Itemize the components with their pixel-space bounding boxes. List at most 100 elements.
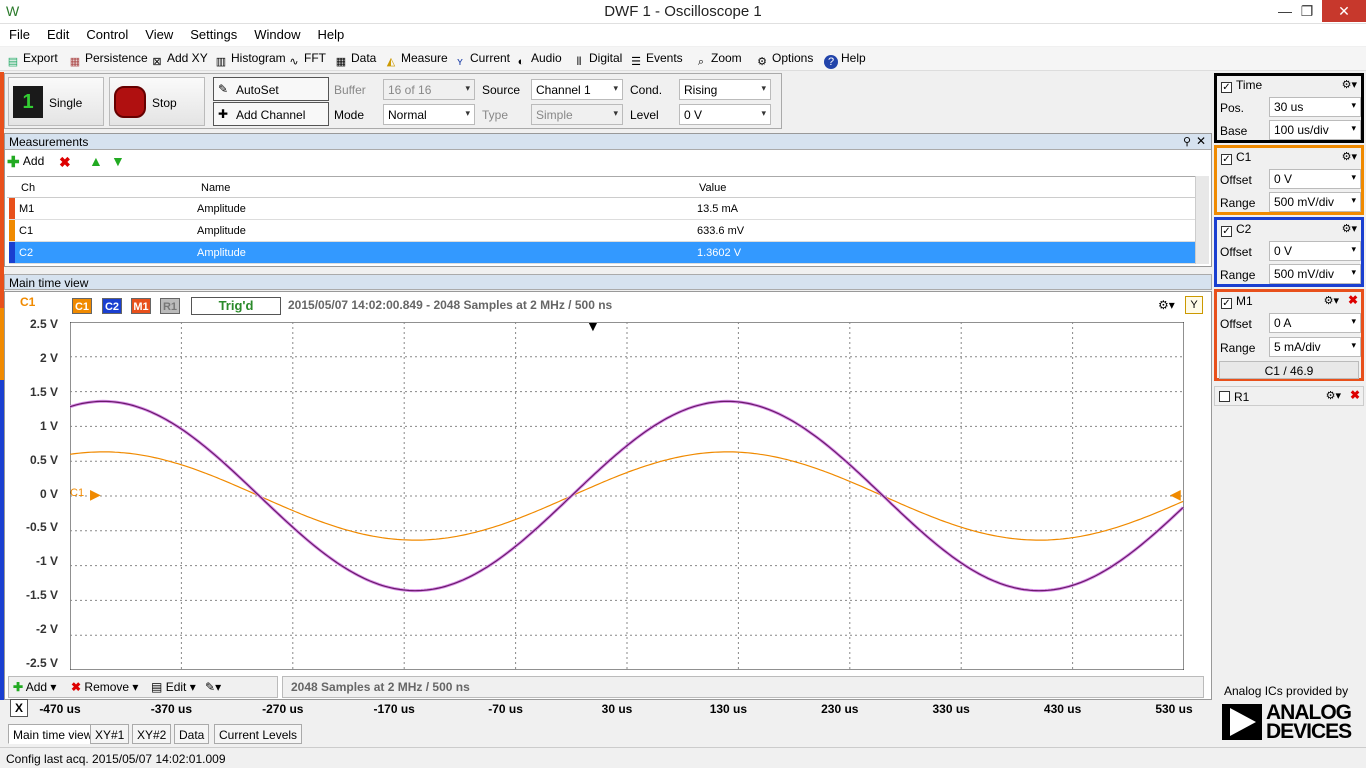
- help-icon: ?: [824, 55, 838, 69]
- r1-toggle[interactable]: R1: [1219, 390, 1249, 404]
- remove-button[interactable]: ✖ Remove ▾: [71, 680, 138, 694]
- menu-file[interactable]: File: [0, 24, 38, 42]
- plot-svg[interactable]: [70, 322, 1184, 670]
- col-name[interactable]: Name: [201, 182, 230, 194]
- persistence-button[interactable]: ▦ Persistence: [68, 51, 148, 69]
- source-select[interactable]: Channel 1: [531, 79, 623, 100]
- digital-button[interactable]: ⫴ Digital: [572, 51, 623, 69]
- zoom-button[interactable]: ⌕ Zoom: [694, 51, 742, 69]
- histogram-button[interactable]: ▥ Histogram: [214, 51, 286, 69]
- c1-range-select[interactable]: 500 mV/div: [1269, 192, 1361, 212]
- add-measurement-button[interactable]: ✚ Add: [7, 153, 67, 173]
- move-down-icon[interactable]: ▼: [111, 153, 125, 169]
- edit-button[interactable]: ▤ Edit ▾: [151, 680, 196, 694]
- m1-formula-button[interactable]: C1 / 46.9: [1219, 361, 1359, 379]
- move-up-icon[interactable]: ▲: [89, 153, 103, 169]
- audio-button[interactable]: ◐ Audio: [514, 51, 562, 69]
- pin-icon[interactable]: ⚲: [1183, 135, 1191, 148]
- export-button[interactable]: ▤ Export: [6, 51, 58, 69]
- table-row[interactable]: C1 Amplitude 633.6 mV: [9, 220, 1199, 242]
- m1-toggle[interactable]: ✓ M1: [1221, 294, 1253, 309]
- x-tick-label: -170 us: [373, 702, 415, 716]
- menu-control[interactable]: Control: [77, 24, 136, 42]
- tab-current-levels[interactable]: Current Levels: [214, 724, 303, 744]
- add-button[interactable]: ✚ Add ▾: [13, 680, 56, 694]
- add-channel-label: Add Channel: [236, 108, 306, 122]
- data-button[interactable]: ▦ Data: [334, 51, 377, 69]
- trigger-level-marker[interactable]: ◀: [1170, 486, 1181, 503]
- m1-range-select[interactable]: 5 mA/div: [1269, 337, 1361, 357]
- trigger-position-marker[interactable]: ▼: [586, 318, 600, 334]
- col-value[interactable]: Value: [699, 182, 726, 194]
- current-button[interactable]: ʏ Current: [453, 51, 510, 69]
- stop-button[interactable]: Stop: [109, 77, 205, 126]
- r1-remove-icon[interactable]: ✖: [1350, 388, 1360, 402]
- tab-main-time-view[interactable]: Main time view: [8, 724, 98, 744]
- c2-options-icon[interactable]: ⚙▾: [1342, 222, 1357, 235]
- c2-range-select[interactable]: 500 mV/div: [1269, 264, 1361, 284]
- menu-settings[interactable]: Settings: [181, 24, 245, 42]
- c1-toggle[interactable]: ✓ C1: [1221, 150, 1251, 165]
- time-options-icon[interactable]: ⚙▾: [1342, 78, 1357, 91]
- c1-offset-field[interactable]: 0 V: [1269, 169, 1361, 189]
- measure-button[interactable]: ◭ Measure: [384, 51, 448, 69]
- menu-edit[interactable]: Edit: [38, 24, 77, 42]
- fft-icon: ∿: [289, 56, 299, 68]
- type-select[interactable]: Simple: [531, 104, 623, 125]
- c1-offset-marker[interactable]: ▶: [90, 486, 101, 503]
- c2-toggle[interactable]: ✓ C2: [1221, 222, 1251, 237]
- badge-r1[interactable]: R1: [160, 298, 180, 314]
- x-cursor-toggle[interactable]: X: [10, 699, 28, 717]
- add-channel-button[interactable]: ✚ Add Channel: [213, 102, 329, 126]
- r1-options-icon[interactable]: ⚙▾: [1326, 389, 1341, 402]
- samples-info-bar: 2048 Samples at 2 MHz / 500 ns: [282, 676, 1204, 698]
- options-button[interactable]: ⚙ Options: [755, 51, 813, 69]
- measurements-title: Measurements: [9, 135, 89, 149]
- maximize-button[interactable]: ❐: [1292, 0, 1322, 22]
- edit-icon: ▤: [151, 680, 163, 694]
- help-button[interactable]: ? Help: [824, 51, 866, 69]
- base-select[interactable]: 100 us/div: [1269, 120, 1361, 140]
- menu-window[interactable]: Window: [245, 24, 308, 42]
- m1-remove-icon[interactable]: ✖: [1348, 293, 1358, 307]
- tab-data[interactable]: Data: [174, 724, 210, 744]
- buffer-select[interactable]: 16 of 16: [383, 79, 475, 100]
- badge-m1[interactable]: M1: [131, 298, 151, 314]
- table-row[interactable]: M1 Amplitude 13.5 mA: [9, 198, 1199, 220]
- y-cursor-toggle[interactable]: Y: [1185, 296, 1203, 314]
- close-measurements-icon[interactable]: ✕: [1196, 134, 1206, 148]
- c1-options-icon[interactable]: ⚙▾: [1342, 150, 1357, 163]
- settings-dropdown[interactable]: ✎▾: [205, 680, 221, 694]
- col-ch[interactable]: Ch: [21, 182, 35, 194]
- mode-select[interactable]: Normal: [383, 104, 475, 125]
- x-tick-label: -70 us: [488, 702, 523, 716]
- measurements-scrollbar[interactable]: [1195, 176, 1209, 264]
- pos-field[interactable]: 30 us: [1269, 97, 1361, 117]
- single-button[interactable]: 1 Single: [8, 77, 104, 126]
- fft-button[interactable]: ∿ FFT: [287, 51, 326, 69]
- m1-options-icon[interactable]: ⚙▾: [1324, 294, 1339, 307]
- close-button[interactable]: ✕: [1322, 0, 1366, 22]
- status-text: Config last acq. 2015/05/07 14:02:01.009: [6, 752, 226, 766]
- badge-c1[interactable]: C1: [72, 298, 92, 314]
- add-xy-button[interactable]: ⊠ Add XY: [150, 51, 207, 69]
- autoset-button[interactable]: ✎ AutoSet: [213, 77, 329, 101]
- delete-measurement-icon[interactable]: ✖: [59, 154, 71, 171]
- tab-xy1[interactable]: XY#1: [90, 724, 130, 744]
- window-title: DWF 1 - Oscilloscope 1: [604, 3, 762, 20]
- badge-c2[interactable]: C2: [102, 298, 122, 314]
- events-button[interactable]: ☰ Events: [629, 51, 683, 69]
- c2-offset-field[interactable]: 0 V: [1269, 241, 1361, 261]
- help-label: Help: [841, 51, 866, 65]
- m1-offset-field[interactable]: 0 A: [1269, 313, 1361, 333]
- source-label: Source: [482, 83, 521, 97]
- plot-options-icon[interactable]: ⚙▾: [1158, 298, 1175, 312]
- tab-xy2[interactable]: XY#2: [132, 724, 172, 744]
- options-label: Options: [772, 51, 814, 65]
- table-row-selected[interactable]: C2 Amplitude 1.3602 V: [9, 242, 1199, 264]
- menu-help[interactable]: Help: [308, 24, 352, 42]
- level-field[interactable]: 0 V: [679, 104, 771, 125]
- cond-select[interactable]: Rising: [679, 79, 771, 100]
- time-toggle[interactable]: ✓ Time: [1221, 78, 1262, 93]
- menu-view[interactable]: View: [136, 24, 181, 42]
